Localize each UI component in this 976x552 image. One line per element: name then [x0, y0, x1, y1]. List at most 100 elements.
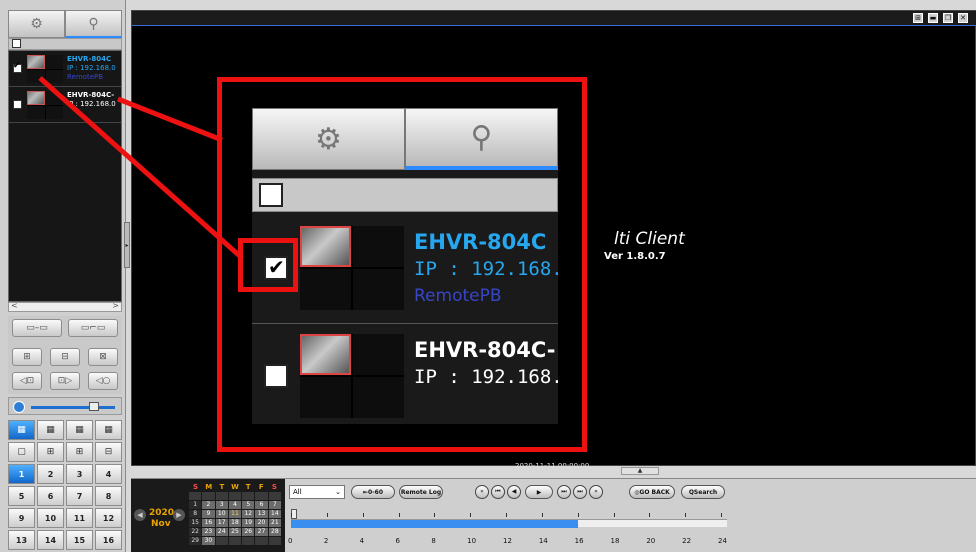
channel-button[interactable]: 4: [95, 464, 122, 484]
zoom-device-row[interactable]: EHVR-804C- IP : 192.168.0: [252, 324, 558, 424]
speaker-icon[interactable]: [13, 401, 25, 413]
channel-button[interactable]: 7: [66, 486, 93, 506]
filter-select[interactable]: All ⌄: [289, 485, 345, 499]
select-all-checkbox[interactable]: [12, 39, 21, 48]
layout-9-button[interactable]: ▦: [66, 420, 93, 440]
go-back-button[interactable]: ◎GO BACK: [629, 485, 675, 499]
channel-button[interactable]: 10: [37, 508, 64, 528]
calendar-day[interactable]: 24: [215, 528, 228, 536]
channel-button[interactable]: 9: [8, 508, 35, 528]
tool-button[interactable]: ⊡▷: [50, 372, 80, 390]
panel-collapse-handle[interactable]: ▸: [124, 222, 130, 268]
calendar-day[interactable]: 18: [228, 519, 242, 527]
calendar-day[interactable]: 23: [202, 528, 215, 536]
search-button[interactable]: QSearch: [681, 485, 725, 499]
calendar-day[interactable]: 1: [189, 501, 202, 509]
volume-slider-handle[interactable]: [89, 402, 99, 411]
calendar-day[interactable]: 28: [268, 528, 281, 536]
tool-button[interactable]: ◁○: [88, 372, 118, 390]
layout-1-button[interactable]: ▦: [8, 420, 35, 440]
search-tab[interactable]: ⚲: [65, 10, 122, 38]
next-month-icon[interactable]: ▶: [173, 509, 185, 521]
remote-log-button[interactable]: Remote Log: [399, 485, 443, 499]
tool-button[interactable]: ⊟: [50, 348, 80, 366]
setup-tab[interactable]: ⚙: [8, 10, 65, 38]
calendar-day[interactable]: 3: [215, 501, 228, 509]
tool-button[interactable]: ⊠: [88, 348, 118, 366]
range-button[interactable]: ⇤0-60: [351, 485, 395, 499]
layout-4-button[interactable]: ▦: [37, 420, 64, 440]
channel-button[interactable]: 13: [8, 530, 35, 550]
calendar-day[interactable]: 26: [242, 528, 255, 536]
calendar-day[interactable]: 11: [228, 510, 242, 518]
calendar-day[interactable]: 12: [242, 510, 255, 518]
calendar-day[interactable]: 10: [215, 510, 228, 518]
device-checkbox[interactable]: [13, 61, 22, 73]
calendar-day[interactable]: 29: [189, 537, 202, 545]
step-forward-button[interactable]: ⏭: [557, 485, 571, 499]
timeline[interactable]: 0 2 4 6 8 10 12 14 16 18 20 22 24: [288, 503, 729, 551]
tool-button[interactable]: ⊞: [12, 348, 42, 366]
calendar-day[interactable]: 9: [202, 510, 215, 518]
reverse-play-button[interactable]: ◀: [507, 485, 521, 499]
calendar-day[interactable]: 13: [255, 510, 268, 518]
layout-16-button[interactable]: ▦: [95, 420, 122, 440]
minimize-icon[interactable]: ▬: [928, 13, 938, 23]
fast-rewind-button[interactable]: «: [475, 485, 489, 499]
layout-full-button[interactable]: ▢: [8, 442, 35, 462]
restore-icon[interactable]: ❐: [943, 13, 953, 23]
calendar-day[interactable]: 21: [268, 519, 281, 527]
calendar-day[interactable]: 20: [255, 519, 268, 527]
channel-button[interactable]: 2: [37, 464, 64, 484]
channel-button[interactable]: 8: [95, 486, 122, 506]
channel-button[interactable]: 1: [8, 464, 35, 484]
next-frame-button[interactable]: ⏭: [573, 485, 587, 499]
timeline-track[interactable]: [291, 519, 727, 528]
zoom-select-all-checkbox[interactable]: [259, 183, 283, 207]
calendar-day[interactable]: 5: [242, 501, 255, 509]
zoom-search-tab[interactable]: ⚲: [405, 108, 558, 170]
channel-button[interactable]: 16: [95, 530, 122, 550]
calendar-day[interactable]: 27: [255, 528, 268, 536]
fast-forward-button[interactable]: »: [589, 485, 603, 499]
step-back-button[interactable]: ⏮: [491, 485, 505, 499]
view-tree-button[interactable]: ▭⌐▭: [68, 319, 118, 337]
channel-button[interactable]: 12: [95, 508, 122, 528]
prev-month-icon[interactable]: ◀: [134, 509, 146, 521]
device-row[interactable]: EHVR-804C- IP : 192.168.0: [9, 87, 121, 123]
channel-button[interactable]: 3: [66, 464, 93, 484]
play-button[interactable]: ▶: [525, 485, 553, 499]
calendar-day[interactable]: 22: [189, 528, 202, 536]
calendar-day[interactable]: 15: [189, 519, 202, 527]
view-single-button[interactable]: ▭–▭: [12, 319, 62, 337]
calendar-day[interactable]: 25: [228, 528, 242, 536]
volume-track[interactable]: [31, 406, 115, 409]
layout-grid-alt-button[interactable]: ⊞: [66, 442, 93, 462]
scroll-left-arrow-icon[interactable]: <: [11, 301, 18, 310]
calendar-day[interactable]: 19: [242, 519, 255, 527]
calendar-day[interactable]: 7: [268, 501, 281, 509]
scroll-right-arrow-icon[interactable]: >: [112, 301, 119, 310]
calendar-day[interactable]: 17: [215, 519, 228, 527]
device-row[interactable]: EHVR-804C IP : 192.168.0 RemotePB: [9, 51, 121, 87]
layout-grid-button[interactable]: ⊞: [37, 442, 64, 462]
seek-marker-icon[interactable]: ▲: [621, 467, 659, 475]
close-icon[interactable]: ✕: [958, 13, 968, 23]
zoom-device-checkbox[interactable]: [264, 364, 288, 388]
fullscreen-icon[interactable]: ⊞: [913, 13, 923, 23]
channel-button[interactable]: 14: [37, 530, 64, 550]
layout-split-button[interactable]: ⊟: [95, 442, 122, 462]
calendar-day[interactable]: 4: [228, 501, 242, 509]
calendar-day[interactable]: 30: [202, 537, 215, 545]
zoom-setup-tab[interactable]: ⚙: [252, 108, 405, 170]
channel-button[interactable]: 5: [8, 486, 35, 506]
channel-button[interactable]: 11: [66, 508, 93, 528]
channel-button[interactable]: 6: [37, 486, 64, 506]
tool-button[interactable]: ◁⊡: [12, 372, 42, 390]
device-list-scrollbar[interactable]: < >: [8, 301, 122, 312]
calendar-day[interactable]: 8: [189, 510, 202, 518]
calendar-day[interactable]: 6: [255, 501, 268, 509]
calendar-day[interactable]: 16: [202, 519, 215, 527]
calendar-day[interactable]: 2: [202, 501, 215, 509]
channel-button[interactable]: 15: [66, 530, 93, 550]
